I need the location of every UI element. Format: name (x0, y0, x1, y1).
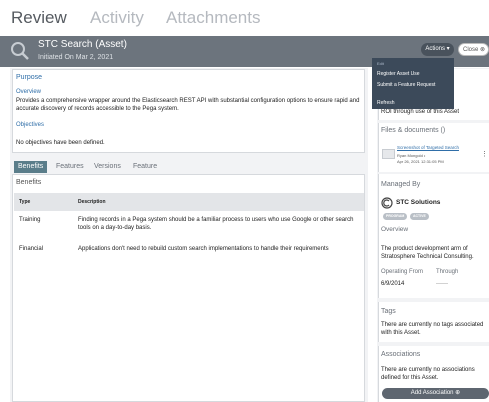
benefits-heading: Benefits (16, 179, 42, 186)
file-date: Apr 26, 2021 12:31:05 PM (397, 159, 444, 164)
close-button[interactable]: Close ⊗ (458, 43, 489, 56)
tags-text: There are currently no tags associated w… (381, 322, 484, 336)
magnifier-icon (11, 42, 29, 60)
case-initiated-date: Initiated On Mar 2, 2021 (38, 54, 114, 61)
overview-text: Provides a comprehensive wrapper around … (16, 98, 360, 112)
tab-versions[interactable]: Versions (94, 161, 121, 173)
column-type: Type (19, 199, 31, 205)
active-badge: ACTIVE (410, 213, 429, 220)
menu-item-register-asset-use[interactable]: Register Asset Use (377, 71, 420, 77)
overview-label: Overview (16, 89, 42, 95)
benefit-type: Training (19, 217, 41, 223)
benefit-description: Applications don't need to rebuild custo… (78, 246, 329, 252)
tags-heading: Tags (381, 308, 396, 315)
org-overview-text: The product development arm of Stratosph… (381, 246, 474, 260)
case-title: STC Search (Asset) (38, 39, 127, 50)
associations-heading: Associations (381, 351, 421, 358)
add-association-button[interactable]: Add Association ⊕ (382, 388, 489, 399)
tab-feature-requests[interactable]: Feature Requests (133, 161, 163, 182)
benefits-table-header: Type Description (14, 193, 364, 211)
purpose-heading: Purpose (16, 74, 43, 81)
menu-item-submit-feature-request[interactable]: Submit a Feature Request (377, 82, 435, 88)
org-name[interactable]: STC Solutions (396, 199, 440, 207)
more-vertical-icon[interactable]: ⋮ (481, 150, 488, 158)
file-link[interactable]: Screenshot of Targeted Search (397, 144, 459, 152)
operating-from-label: Operating From (381, 269, 424, 275)
associations-text: There are currently no associations defi… (381, 367, 475, 381)
benefit-type: Financial (19, 246, 44, 252)
column-description: Description (78, 199, 106, 205)
tab-attachments[interactable]: Attachments (166, 8, 261, 28)
actions-menu: Edit Register Asset Use Submit a Feature… (372, 58, 454, 109)
managed-by-heading: Managed By (381, 181, 421, 188)
actions-button[interactable]: Actions ▾ (421, 43, 454, 56)
tab-review[interactable]: Review (11, 8, 67, 28)
top-navigation: Review Activity Attachments (0, 0, 489, 36)
menu-item-refresh[interactable]: Refresh (377, 100, 395, 106)
file-thumbnail[interactable] (382, 149, 395, 159)
tab-activity[interactable]: Activity (90, 8, 144, 28)
through-label: Through (436, 269, 459, 275)
benefit-description: Finding records in a Pega system should … (78, 217, 354, 231)
through-value: —— (436, 281, 448, 287)
files-heading: Files & documents () (381, 127, 446, 134)
tab-benefits[interactable]: Benefits (14, 161, 48, 173)
operating-from-value: 6/9/2014 (381, 281, 405, 287)
objectives-text: No objectives have been defined. (16, 140, 105, 146)
menu-group-label: Edit (377, 61, 384, 66)
org-overview-label: Overview (381, 226, 409, 233)
tab-features[interactable]: Features (56, 161, 84, 173)
roi-text: ROI through use of this Asset (381, 109, 460, 115)
objectives-label: Objectives (16, 122, 45, 128)
org-logo-icon (381, 197, 393, 209)
program-badge: PROGRAM (383, 213, 408, 220)
